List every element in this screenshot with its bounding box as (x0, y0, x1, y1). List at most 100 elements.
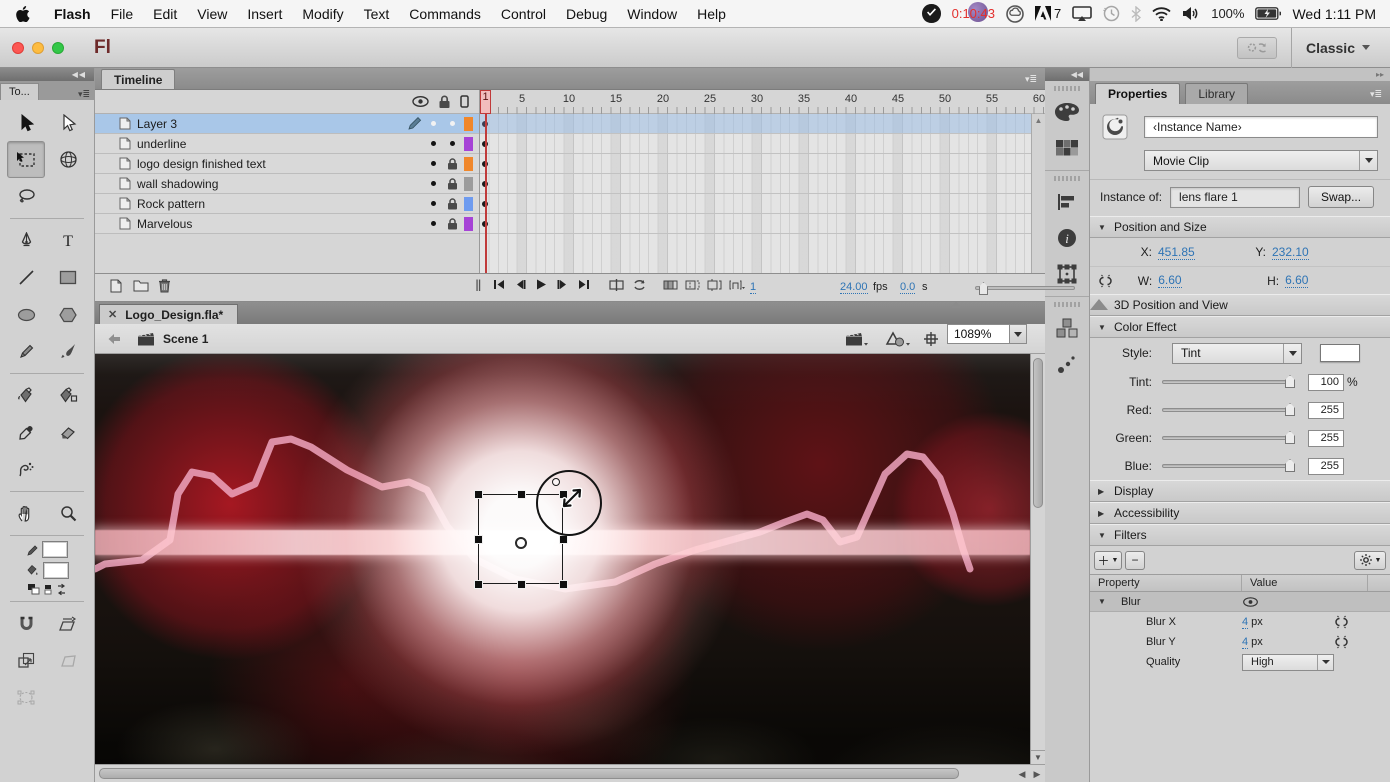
layer-color-swatch[interactable] (464, 197, 473, 211)
frame-row[interactable] (480, 214, 1031, 234)
airplay-display-icon[interactable] (1072, 6, 1092, 22)
menu-insert[interactable]: Insert (237, 6, 292, 22)
snap-to-objects-option[interactable] (7, 605, 45, 642)
remove-filter-button[interactable]: − (1125, 551, 1145, 570)
fill-color-swatch[interactable] (43, 562, 69, 579)
timeline-panel-menu-icon[interactable]: ▾≣ (1025, 74, 1045, 89)
layer-lock-dot[interactable] (443, 121, 462, 126)
document-tab[interactable]: ✕ Logo_Design.fla* (99, 304, 238, 324)
quality-dropdown[interactable]: High (1242, 654, 1334, 671)
no-color-icon[interactable] (44, 584, 53, 595)
timeline-frames-area[interactable]: 5 10 15 20 25 30 35 40 45 50 55 60 1 (480, 90, 1045, 273)
section-filters[interactable]: ▼ Filters (1090, 524, 1390, 546)
new-folder-button[interactable] (133, 278, 149, 292)
layer-row-layer3[interactable]: Layer 3 (95, 114, 479, 134)
layer-visibility-dot[interactable] (424, 221, 443, 226)
layer-visibility-dot[interactable] (424, 181, 443, 186)
layer-name[interactable]: logo design finished text (137, 157, 405, 171)
sync-settings-button[interactable] (1237, 37, 1277, 59)
timeline-zoom-slider-thumb[interactable] (979, 282, 988, 295)
blue-slider-thumb[interactable] (1285, 459, 1295, 472)
menubar-clock[interactable]: Wed 1:11 PM (1292, 6, 1376, 22)
menu-view[interactable]: View (187, 6, 237, 22)
polystar-tool[interactable] (49, 296, 87, 333)
tab-properties[interactable]: Properties (1095, 83, 1180, 104)
layer-color-swatch[interactable] (464, 137, 473, 151)
menu-help[interactable]: Help (687, 6, 736, 22)
pencil-tool[interactable] (7, 333, 45, 370)
transform-handle-se[interactable] (559, 580, 568, 589)
layer-color-swatch[interactable] (464, 217, 473, 231)
lasso-tool[interactable] (7, 178, 45, 215)
layer-row-rock-pattern[interactable]: Rock pattern (95, 194, 479, 214)
info-panel-button[interactable]: i (1050, 223, 1084, 253)
layer-row-marvelous[interactable]: Marvelous (95, 214, 479, 234)
dock-group-grip[interactable] (1054, 86, 1080, 91)
layer-visibility-dot[interactable] (424, 121, 443, 126)
loop-playback-button[interactable] (632, 278, 647, 292)
tint-slider[interactable] (1162, 380, 1294, 384)
add-filter-button[interactable]: ＋▼ (1094, 551, 1122, 570)
swap-button[interactable]: Swap... (1308, 186, 1374, 208)
layer-lock-icon[interactable] (443, 198, 462, 210)
tools-panel-menu-icon[interactable]: ▾≣ (74, 89, 94, 100)
pen-tool[interactable] (7, 222, 45, 259)
menu-edit[interactable]: Edit (143, 6, 187, 22)
rotate-skew-option[interactable] (49, 605, 87, 642)
menu-window[interactable]: Window (617, 6, 687, 22)
filter-enabled-eye-icon[interactable] (1243, 597, 1258, 607)
edit-symbols-button[interactable] (885, 324, 911, 354)
eraser-tool[interactable] (49, 414, 87, 451)
go-to-first-frame-button[interactable] (493, 278, 506, 291)
3d-rotation-tool[interactable] (49, 141, 87, 178)
layer-name[interactable]: Rock pattern (137, 197, 405, 211)
frame-row[interactable] (480, 154, 1031, 174)
creative-cloud-icon[interactable] (1006, 5, 1024, 23)
timeline-zoom-slider[interactable] (975, 286, 1075, 290)
green-slider-thumb[interactable] (1285, 431, 1295, 444)
elapsed-time-value[interactable]: 0.0 (900, 281, 915, 294)
dock-collapse-button[interactable]: ◀◀ (1045, 68, 1089, 81)
close-window-button[interactable] (12, 42, 24, 54)
section-3d-position-and-view[interactable]: ▶ 3D Position and View (1090, 294, 1390, 316)
tint-slider-thumb[interactable] (1285, 375, 1295, 388)
apple-menu-icon[interactable] (16, 6, 30, 22)
layer-visibility-dot[interactable] (424, 201, 443, 206)
menu-text[interactable]: Text (354, 6, 400, 22)
menu-flash[interactable]: Flash (44, 6, 101, 22)
section-accessibility[interactable]: ▶ Accessibility (1090, 502, 1390, 524)
frame-row[interactable] (480, 114, 1031, 134)
red-slider-thumb[interactable] (1285, 403, 1295, 416)
swatches-panel-button[interactable] (1050, 133, 1084, 163)
x-value[interactable]: 451.85 (1158, 245, 1195, 260)
zoom-window-button[interactable] (52, 42, 64, 54)
style-dropdown[interactable]: Tint (1172, 343, 1302, 364)
center-stage-button[interactable] (923, 324, 939, 354)
frame-row[interactable] (480, 174, 1031, 194)
time-machine-icon[interactable] (1103, 5, 1120, 22)
components-panel-button[interactable] (1050, 313, 1084, 343)
layer-color-swatch[interactable] (464, 177, 473, 191)
onion-skin-button[interactable] (663, 278, 678, 292)
volume-icon[interactable] (1182, 6, 1200, 21)
tint-value[interactable]: 100 (1308, 374, 1344, 391)
tools-panel-tab[interactable]: To... (0, 83, 39, 100)
free-transform-selection[interactable] (478, 494, 563, 584)
stage-horizontal-scrollbar[interactable]: ◀ ▶ (95, 764, 1045, 782)
h-value[interactable]: 6.60 (1285, 273, 1308, 288)
menu-debug[interactable]: Debug (556, 6, 617, 22)
scroll-down-arrow[interactable]: ▼ (1031, 750, 1045, 764)
dock-group-grip[interactable] (1054, 176, 1080, 181)
layer-color-swatch[interactable] (464, 117, 473, 131)
blur-x-value[interactable]: 4 (1242, 616, 1248, 629)
brush-tool[interactable] (49, 333, 87, 370)
playhead-marker[interactable]: 1 (480, 90, 491, 114)
transform-handle-s[interactable] (517, 580, 526, 589)
default-colors-icon[interactable] (27, 583, 41, 596)
instance-of-field[interactable]: lens flare 1 (1170, 187, 1300, 208)
layer-lock-icon[interactable] (443, 158, 462, 170)
capture-app-icon[interactable] (922, 4, 941, 23)
w-value[interactable]: 6.60 (1158, 273, 1181, 288)
workspace-switcher[interactable]: Classic (1306, 40, 1378, 56)
rectangle-tool[interactable] (49, 259, 87, 296)
